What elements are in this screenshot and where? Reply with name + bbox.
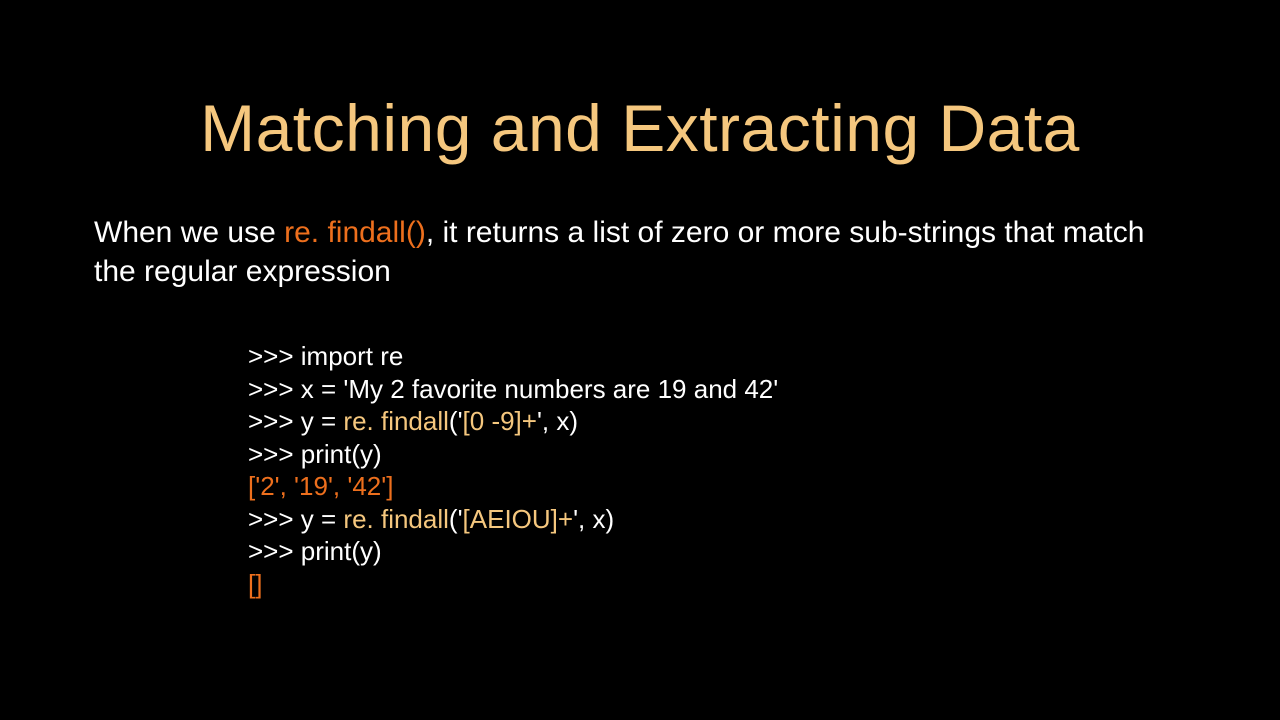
code-l3-plain1: >>> y = xyxy=(248,406,343,436)
code-line-7: >>> print(y) xyxy=(248,535,778,568)
code-l3-plain3: ', x) xyxy=(537,406,578,436)
code-l3-plain2: (' xyxy=(449,406,463,436)
code-line-5: ['2', '19', '42'] xyxy=(248,470,778,503)
code-l3-pattern: [0 -9]+ xyxy=(463,406,537,436)
slide: Matching and Extracting Data When we use… xyxy=(0,0,1280,720)
body-paragraph: When we use re. findall(), it returns a … xyxy=(94,213,1186,291)
body-highlight: re. findall() xyxy=(284,216,426,249)
code-l6-plain1: >>> y = xyxy=(248,504,343,534)
code-line-1: >>> import re xyxy=(248,340,778,373)
code-l6-pattern: [AEIOU]+ xyxy=(463,504,574,534)
code-l6-plain2: (' xyxy=(449,504,463,534)
slide-title: Matching and Extracting Data xyxy=(0,90,1280,166)
code-l6-plain3: ', x) xyxy=(573,504,614,534)
code-line-6: >>> y = re. findall('[AEIOU]+', x) xyxy=(248,503,778,536)
code-line-3: >>> y = re. findall('[0 -9]+', x) xyxy=(248,405,778,438)
code-block: >>> import re >>> x = 'My 2 favorite num… xyxy=(248,340,778,600)
body-text-1: When we use xyxy=(94,216,284,249)
code-line-2: >>> x = 'My 2 favorite numbers are 19 an… xyxy=(248,373,778,406)
code-line-4: >>> print(y) xyxy=(248,438,778,471)
code-line-8: [] xyxy=(248,568,778,601)
code-l6-func: re. findall xyxy=(343,504,449,534)
code-l3-func: re. findall xyxy=(343,406,449,436)
